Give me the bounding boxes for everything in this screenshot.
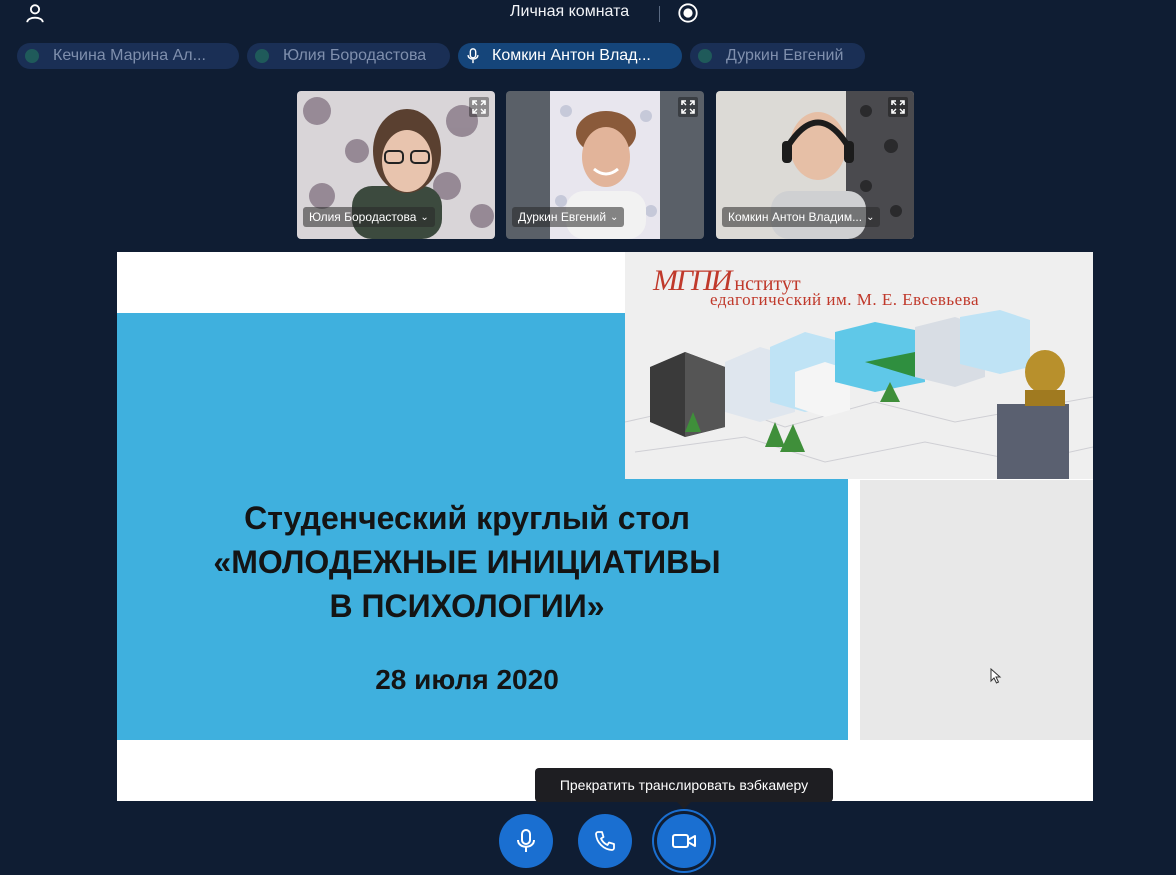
camera-tooltip: Прекратить транслировать вэбкамеру	[535, 768, 833, 809]
microphone-icon	[517, 829, 535, 852]
microphone-icon	[467, 48, 479, 64]
tile-name: Комкин Антон Владим...	[728, 210, 863, 224]
phone-icon	[595, 831, 615, 851]
stop-camera-button[interactable]	[657, 814, 711, 868]
expand-icon[interactable]	[469, 97, 489, 117]
user-icon[interactable]	[24, 2, 46, 24]
chevron-down-icon: ⌄	[420, 211, 429, 223]
mouse-cursor-icon	[990, 668, 1002, 684]
participant-pill[interactable]: Кечина Марина Ал...	[17, 43, 239, 69]
slide-title-line-2: «МОЛОДЕЖНЫЕ ИНИЦИАТИВЫ	[213, 544, 721, 580]
slide-date: 28 июля 2020	[375, 664, 559, 695]
participant-list: Кечина Марина Ал... Юлия Бородастова Ком…	[0, 43, 1176, 69]
status-dot-icon	[255, 49, 269, 63]
record-icon[interactable]	[677, 2, 699, 24]
chevron-down-icon: ⌄	[866, 211, 875, 223]
video-tile[interactable]: Комкин Антон Владим... ⌄	[716, 91, 914, 239]
participant-name: Юлия Бородастова	[283, 47, 427, 64]
participant-name: Кечина Марина Ал...	[53, 47, 206, 64]
chevron-down-icon: ⌄	[610, 211, 619, 223]
tile-name: Дуркин Евгений	[518, 210, 607, 224]
participant-name: Комкин Антон Влад...	[492, 47, 651, 64]
divider	[659, 6, 660, 22]
end-call-button[interactable]	[578, 814, 632, 868]
participant-pill[interactable]: Дуркин Евгений	[690, 43, 865, 69]
status-dot-icon	[698, 49, 712, 63]
shared-screen-slide: МГПИ нститут едагогический им. М. Е. Евсе…	[117, 252, 1093, 801]
expand-icon[interactable]	[678, 97, 698, 117]
video-tile[interactable]: Юлия Бородастова ⌄	[297, 91, 495, 239]
expand-icon[interactable]	[888, 97, 908, 117]
tile-name: Юлия Бородастова	[309, 210, 417, 224]
logo-line-2: едагогический им. М. Е. Евсевьева	[710, 290, 980, 309]
institute-banner: МГПИ нститут едагогический им. М. Е. Евсе…	[625, 252, 1093, 479]
slide-gray-panel	[860, 480, 1093, 740]
status-dot-icon	[25, 49, 39, 63]
participant-name: Дуркин Евгений	[726, 47, 844, 64]
room-title: Личная комната	[510, 3, 630, 20]
participant-pill-active[interactable]: Комкин Антон Влад...	[458, 43, 682, 69]
participant-pill[interactable]: Юлия Бородастова	[247, 43, 450, 69]
slide-title-line-3: В ПСИХОЛОГИИ»	[329, 588, 605, 624]
video-tile[interactable]: Дуркин Евгений ⌄	[506, 91, 704, 239]
microphone-button[interactable]	[499, 814, 553, 868]
tile-label[interactable]: Комкин Антон Владим... ⌄	[722, 207, 881, 227]
camera-icon	[672, 834, 696, 848]
slide-title-line-1: Студенческий круглый стол	[244, 500, 690, 536]
tile-label[interactable]: Юлия Бородастова ⌄	[303, 207, 435, 227]
top-bar: Личная комната	[0, 0, 1176, 28]
tile-label[interactable]: Дуркин Евгений ⌄	[512, 207, 625, 227]
